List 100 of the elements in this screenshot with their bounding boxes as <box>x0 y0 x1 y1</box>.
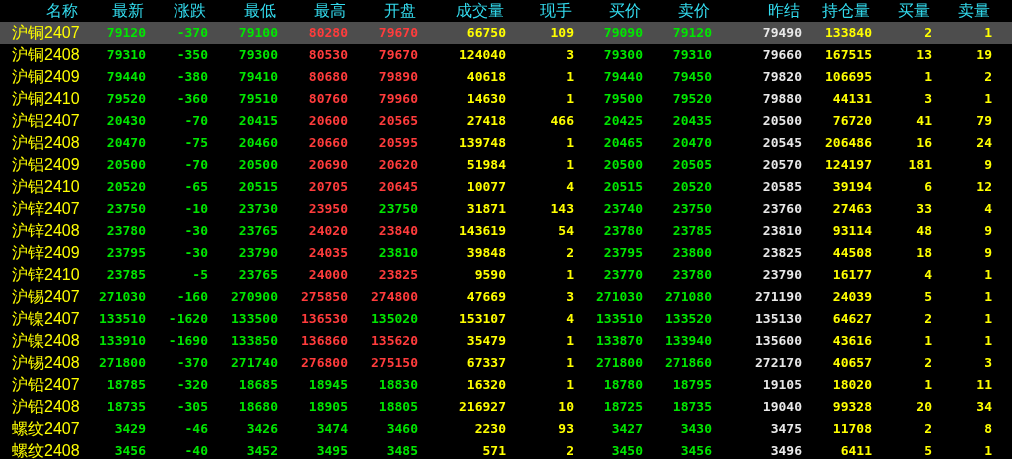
column-header[interactable]: 最低 <box>244 1 278 21</box>
table-cell-text: 2 <box>924 354 932 372</box>
table-cell-text: 1 <box>984 266 992 284</box>
table-cell-text: 23790 <box>238 244 278 262</box>
table-cell-text: 24020 <box>308 222 348 240</box>
table-cell-text: 20520 <box>672 178 712 196</box>
table-cell-text: 271030 <box>596 288 643 306</box>
contract-name: 沪铜2407 <box>12 23 80 43</box>
table-cell-text: 1 <box>984 288 992 306</box>
table-cell-text: 12 <box>976 178 992 196</box>
table-cell-text: 20515 <box>603 178 643 196</box>
column-header[interactable]: 名称 <box>46 1 80 21</box>
table-cell-text: 1 <box>924 332 932 350</box>
column-header[interactable]: 持仓量 <box>822 1 872 21</box>
contract-name: 沪铅2408 <box>12 397 80 417</box>
table-cell-text: 3426 <box>246 420 278 438</box>
table-cell-text: 9 <box>984 244 992 262</box>
table-cell-text: 79440 <box>603 68 643 86</box>
column-header[interactable]: 成交量 <box>456 1 506 21</box>
table-cell-text: 79 <box>976 112 992 130</box>
table-cell-text: 54 <box>558 222 574 240</box>
table-cell-text: 11708 <box>832 420 872 438</box>
table-cell-text: -70 <box>184 156 208 174</box>
table-cell-text: 79490 <box>762 24 802 42</box>
table-cell-text: 143619 <box>459 222 506 240</box>
table-cell-text: 18785 <box>106 376 146 394</box>
column-header[interactable]: 涨跌 <box>174 1 208 21</box>
table-cell-text: 18735 <box>672 398 712 416</box>
table-cell-text: -5 <box>192 266 208 284</box>
table-cell-text: 64627 <box>832 310 872 328</box>
table-cell-text: 23790 <box>762 266 802 284</box>
table-cell-text: 66750 <box>466 24 506 42</box>
table-cell-text: 79820 <box>762 68 802 86</box>
table-cell-text: 20430 <box>106 112 146 130</box>
table-cell-text: -65 <box>184 178 208 196</box>
table-cell-text: 181 <box>908 156 932 174</box>
table-cell-text: 23740 <box>603 200 643 218</box>
table-cell-text: 19105 <box>762 376 802 394</box>
table-cell-text: 79520 <box>106 90 146 108</box>
table-cell-text: 39194 <box>832 178 872 196</box>
table-cell-text: 79880 <box>762 90 802 108</box>
table-cell-text: 133510 <box>596 310 643 328</box>
table-cell-text: 135620 <box>371 332 418 350</box>
table-cell-text: 1 <box>566 90 574 108</box>
table-cell-text: 2 <box>566 244 574 262</box>
table-cell-text: 133520 <box>665 310 712 328</box>
table-cell-text: -320 <box>176 376 208 394</box>
column-header[interactable]: 买价 <box>609 1 643 21</box>
column-header[interactable]: 昨结 <box>768 1 802 21</box>
table-cell-text: 3456 <box>680 442 712 459</box>
contract-name: 沪铝2407 <box>12 111 80 131</box>
table-cell-text: 20500 <box>603 156 643 174</box>
table-cell-text: 3495 <box>316 442 348 459</box>
table-cell-text: 18725 <box>603 398 643 416</box>
table-cell-text: 16320 <box>466 376 506 394</box>
table-cell-text: 272170 <box>755 354 802 372</box>
table-cell-text: 44508 <box>832 244 872 262</box>
table-cell-text: -1690 <box>168 332 208 350</box>
column-header[interactable]: 开盘 <box>384 1 418 21</box>
table-cell-text: 20595 <box>378 134 418 152</box>
table-cell-text: 9 <box>984 156 992 174</box>
table-cell-text: 24035 <box>308 244 348 262</box>
table-cell-text: 1 <box>566 266 574 284</box>
table-cell-text: 24000 <box>308 266 348 284</box>
table-cell-text: 33 <box>916 200 932 218</box>
table-cell-text: 20435 <box>672 112 712 130</box>
column-header[interactable]: 最高 <box>314 1 348 21</box>
quote-row[interactable]: 沪铜2407 79120 -370 79100 80280 79670 66750 109 79090 79120 79490 133840 2 1 <box>0 22 1012 44</box>
column-header[interactable]: 现手 <box>540 1 574 21</box>
table-cell-text: 3456 <box>114 442 146 459</box>
column-header[interactable]: 买量 <box>898 1 932 21</box>
table-cell-text: 14630 <box>466 90 506 108</box>
table-cell-text: 10 <box>558 398 574 416</box>
table-cell-text: -75 <box>184 134 208 152</box>
table-cell-text: 1 <box>984 24 992 42</box>
table-cell-text: 571 <box>482 442 506 459</box>
table-cell-text: 93114 <box>832 222 872 240</box>
contract-name: 沪锌2407 <box>12 199 80 219</box>
table-cell-text: 1 <box>984 442 992 459</box>
table-cell-text: 79310 <box>672 46 712 64</box>
table-cell-text: 271860 <box>665 354 712 372</box>
table-cell-text: 20500 <box>106 156 146 174</box>
table-cell-text: 79520 <box>672 90 712 108</box>
table-cell-text: 20470 <box>106 134 146 152</box>
table-cell-text: 1 <box>566 156 574 174</box>
table-cell-text: -370 <box>176 24 208 42</box>
table-cell-text: 271800 <box>99 354 146 372</box>
column-header[interactable]: 最新 <box>112 1 146 21</box>
table-cell-text: 18805 <box>378 398 418 416</box>
table-cell-text: 6411 <box>840 442 872 459</box>
table-cell-text: 20520 <box>106 178 146 196</box>
table-cell-text: 2 <box>924 420 932 438</box>
table-cell-text: 76720 <box>832 112 872 130</box>
column-header[interactable]: 卖价 <box>678 1 712 21</box>
column-header[interactable]: 卖量 <box>958 1 992 21</box>
table-cell-text: 106695 <box>825 68 872 86</box>
table-cell-text: 3 <box>984 354 992 372</box>
table-cell-text: 124197 <box>825 156 872 174</box>
table-cell-text: 3427 <box>611 420 643 438</box>
table-cell-text: 79450 <box>672 68 712 86</box>
